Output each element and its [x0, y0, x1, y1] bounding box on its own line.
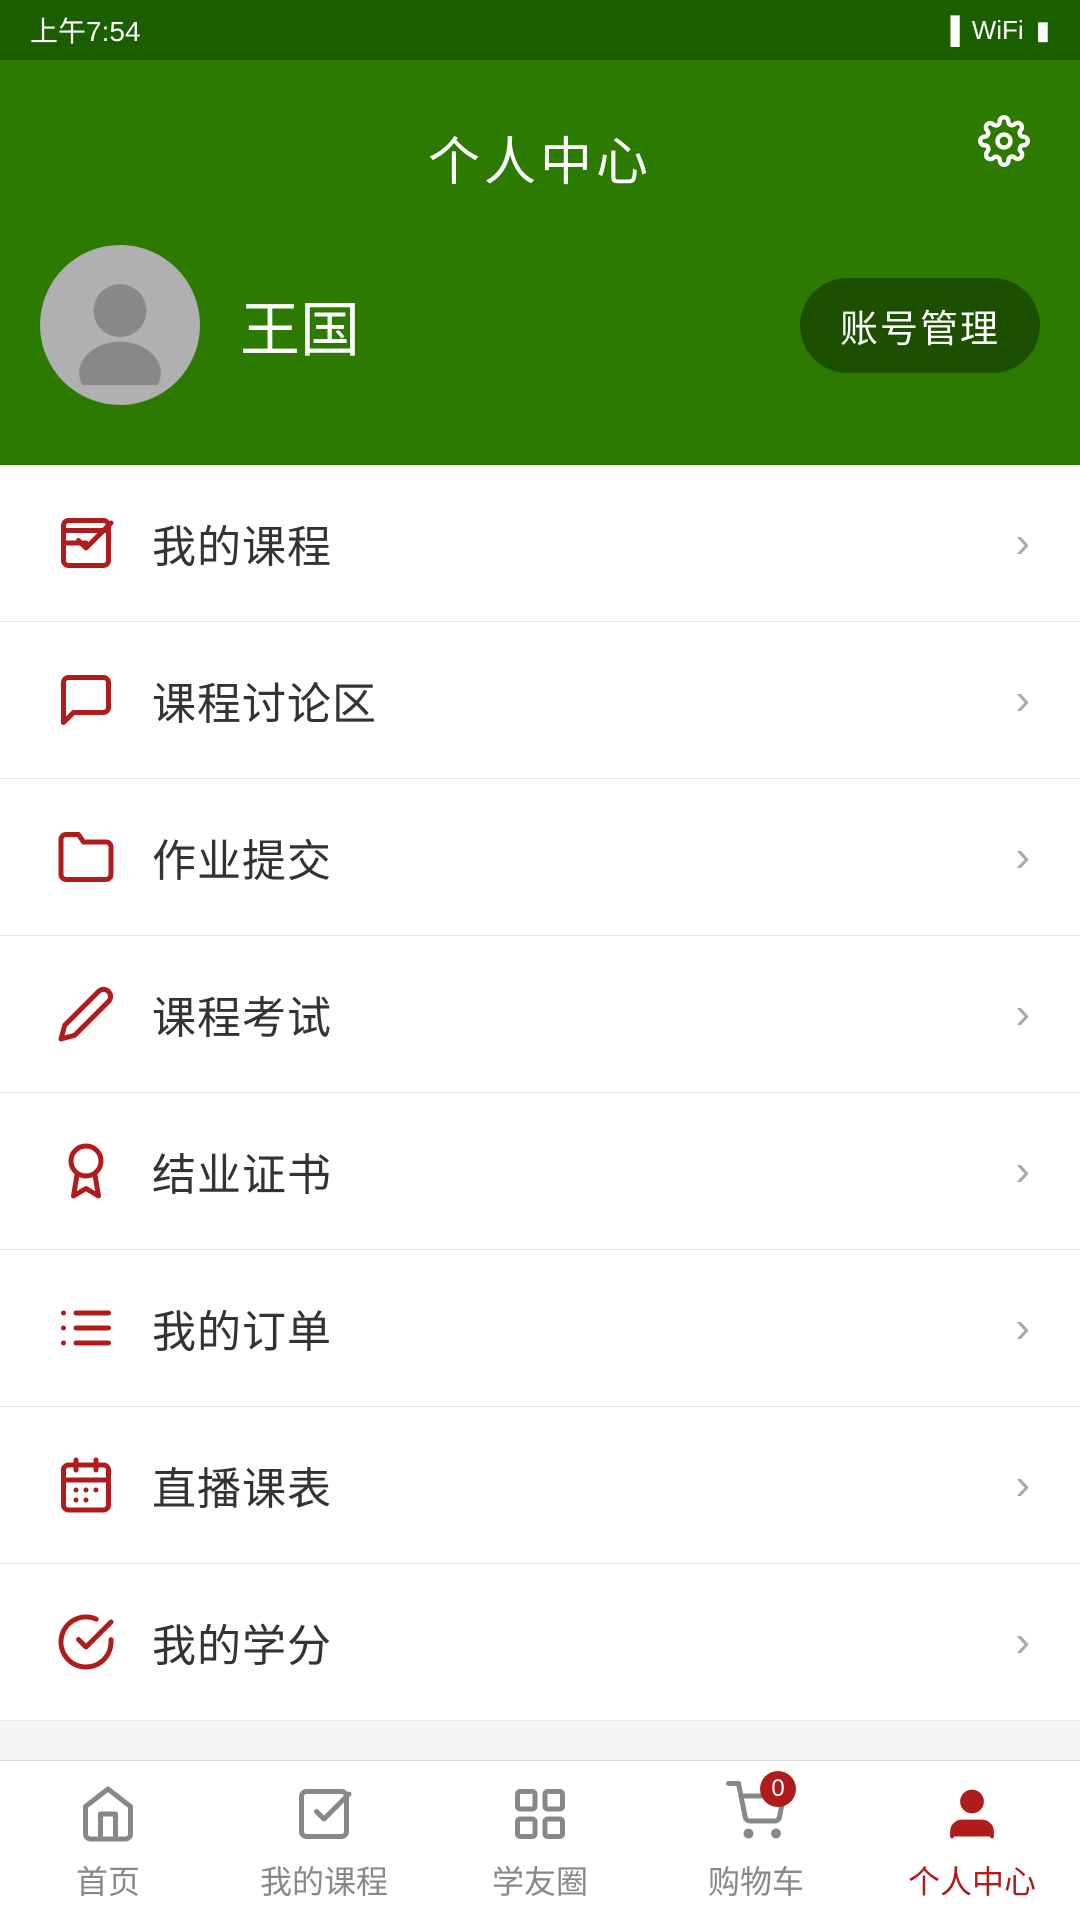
settings-icon[interactable]: [978, 115, 1030, 180]
bottom-nav: 首页 我的课程 学友圈: [0, 1760, 1080, 1920]
avatar: [40, 245, 200, 405]
menu-list: 我的课程 › 课程讨论区 › 作业提交 ›: [0, 465, 1080, 1721]
friends-nav-label: 学友圈: [492, 1857, 588, 1903]
my-courses-nav-label: 我的课程: [260, 1857, 388, 1903]
assignment-chevron: ›: [1015, 832, 1030, 882]
menu-item-course-forum[interactable]: 课程讨论区 ›: [0, 622, 1080, 779]
course-forum-label: 课程讨论区: [152, 668, 1015, 732]
my-courses-nav-icon: [289, 1779, 359, 1849]
nav-item-cart[interactable]: 0 购物车: [648, 1779, 864, 1903]
assignment-label: 作业提交: [152, 825, 1015, 889]
cart-badge: 0: [760, 1771, 796, 1807]
page-title: 个人中心: [40, 120, 1040, 195]
menu-item-live-schedule[interactable]: 直播课表 ›: [0, 1407, 1080, 1564]
status-bar: 上午7:54 ▐ WiFi ▮: [0, 0, 1080, 60]
assignment-icon: [50, 821, 122, 893]
home-icon: [73, 1779, 143, 1849]
credits-chevron: ›: [1015, 1617, 1030, 1667]
orders-icon: [50, 1292, 122, 1364]
menu-item-orders[interactable]: 我的订单 ›: [0, 1250, 1080, 1407]
nav-item-my-courses[interactable]: 我的课程: [216, 1779, 432, 1903]
orders-label: 我的订单: [152, 1296, 1015, 1360]
menu-item-assignment[interactable]: 作业提交 ›: [0, 779, 1080, 936]
cart-nav-label: 购物车: [708, 1857, 804, 1903]
wifi-icon: WiFi: [972, 15, 1024, 46]
status-icons: ▐ WiFi ▮: [941, 15, 1050, 46]
menu-item-certificate[interactable]: 结业证书 ›: [0, 1093, 1080, 1250]
live-schedule-chevron: ›: [1015, 1460, 1030, 1510]
menu-item-credits[interactable]: 我的学分 ›: [0, 1564, 1080, 1721]
nav-item-profile[interactable]: 个人中心: [864, 1779, 1080, 1903]
friends-icon: [505, 1779, 575, 1849]
exam-label: 课程考试: [152, 982, 1015, 1046]
certificate-chevron: ›: [1015, 1146, 1030, 1196]
home-nav-label: 首页: [76, 1857, 140, 1903]
profile-nav-label: 个人中心: [908, 1857, 1036, 1903]
status-time: 上午7:54: [30, 10, 141, 50]
credits-icon: [50, 1606, 122, 1678]
credits-label: 我的学分: [152, 1610, 1015, 1674]
cart-nav-icon: 0: [721, 1779, 791, 1849]
my-courses-chevron: ›: [1015, 518, 1030, 568]
my-courses-icon: [50, 507, 122, 579]
certificate-label: 结业证书: [152, 1139, 1015, 1203]
nav-item-home[interactable]: 首页: [0, 1779, 216, 1903]
course-forum-icon: [50, 664, 122, 736]
exam-chevron: ›: [1015, 989, 1030, 1039]
live-schedule-icon: [50, 1449, 122, 1521]
signal-icon: ▐: [941, 15, 959, 46]
course-forum-chevron: ›: [1015, 675, 1030, 725]
certificate-icon: [50, 1135, 122, 1207]
my-courses-label: 我的课程: [152, 511, 1015, 575]
live-schedule-label: 直播课表: [152, 1453, 1015, 1517]
header-area: 个人中心 王国 账号管理: [0, 60, 1080, 465]
battery-icon: ▮: [1036, 15, 1050, 46]
nav-item-friends[interactable]: 学友圈: [432, 1779, 648, 1903]
exam-icon: [50, 978, 122, 1050]
orders-chevron: ›: [1015, 1303, 1030, 1353]
menu-item-exam[interactable]: 课程考试 ›: [0, 936, 1080, 1093]
content-body: 个人中心 王国 账号管理: [0, 60, 1080, 1881]
username: 王国: [240, 282, 760, 369]
account-manage-button[interactable]: 账号管理: [800, 278, 1040, 373]
profile-row: 王国 账号管理: [40, 245, 1040, 405]
menu-item-my-courses[interactable]: 我的课程 ›: [0, 465, 1080, 622]
profile-nav-icon: [937, 1779, 1007, 1849]
